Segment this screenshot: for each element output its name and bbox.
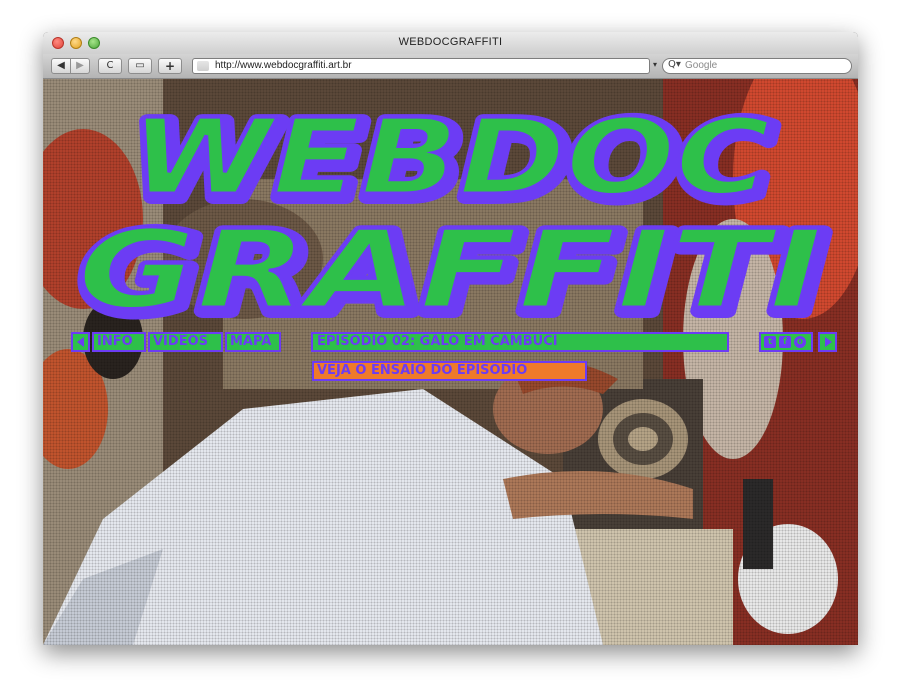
page-content: WEBDOC WEBDOC GRAFFITI GRAFFITI INFO VID… <box>43 79 858 645</box>
window-title: WEBDOCGRAFFITI <box>398 36 503 48</box>
logo-line1: WEBDOC <box>130 96 770 218</box>
facebook-icon[interactable]: f <box>779 336 791 348</box>
search-icon: Q▾ <box>668 59 681 70</box>
orkut-icon[interactable]: o <box>794 336 806 348</box>
nav-info[interactable]: INFO <box>92 332 146 352</box>
forward-button[interactable]: ▶ <box>70 58 90 74</box>
search-field[interactable]: Q▾ Google <box>662 58 852 74</box>
twitter-icon[interactable]: t <box>764 336 776 348</box>
social-share-group: t f o <box>759 332 813 352</box>
site-logo[interactable]: WEBDOC WEBDOC GRAFFITI GRAFFITI <box>43 79 858 329</box>
search-placeholder: Google <box>685 60 718 71</box>
previous-episode-button[interactable] <box>71 332 90 352</box>
reload-button[interactable]: C <box>98 58 122 74</box>
url-text: http://www.webdocgraffiti.art.br <box>215 60 352 71</box>
title-bar[interactable]: WEBDOCGRAFFITI <box>43 32 858 55</box>
address-dropdown-icon[interactable]: ▾ <box>653 60 657 69</box>
site-icon <box>197 61 209 71</box>
back-button[interactable]: ◀ <box>51 58 71 74</box>
next-episode-button[interactable] <box>818 332 837 352</box>
add-bookmark-button[interactable]: + <box>158 58 182 74</box>
logo-line2: GRAFFITI <box>78 208 823 329</box>
episode-title: EPISÓDIO 02: GALO EM CAMBUCI <box>311 332 729 352</box>
browser-toolbar: ◀ ▶ C ▭ + http://www.webdocgraffiti.art.… <box>43 54 858 79</box>
nav-mapa[interactable]: MAPA <box>225 332 281 352</box>
snapback-button[interactable]: ▭ <box>128 58 152 74</box>
address-bar[interactable]: http://www.webdocgraffiti.art.br <box>192 58 650 74</box>
browser-window: WEBDOCGRAFFITI ◀ ▶ C ▭ + http://www.webd… <box>43 32 858 645</box>
nav-videos[interactable]: VIDEOS <box>148 332 223 352</box>
essay-link-button[interactable]: VEJA O ENSAIO DO EPISÓDIO <box>312 361 587 381</box>
